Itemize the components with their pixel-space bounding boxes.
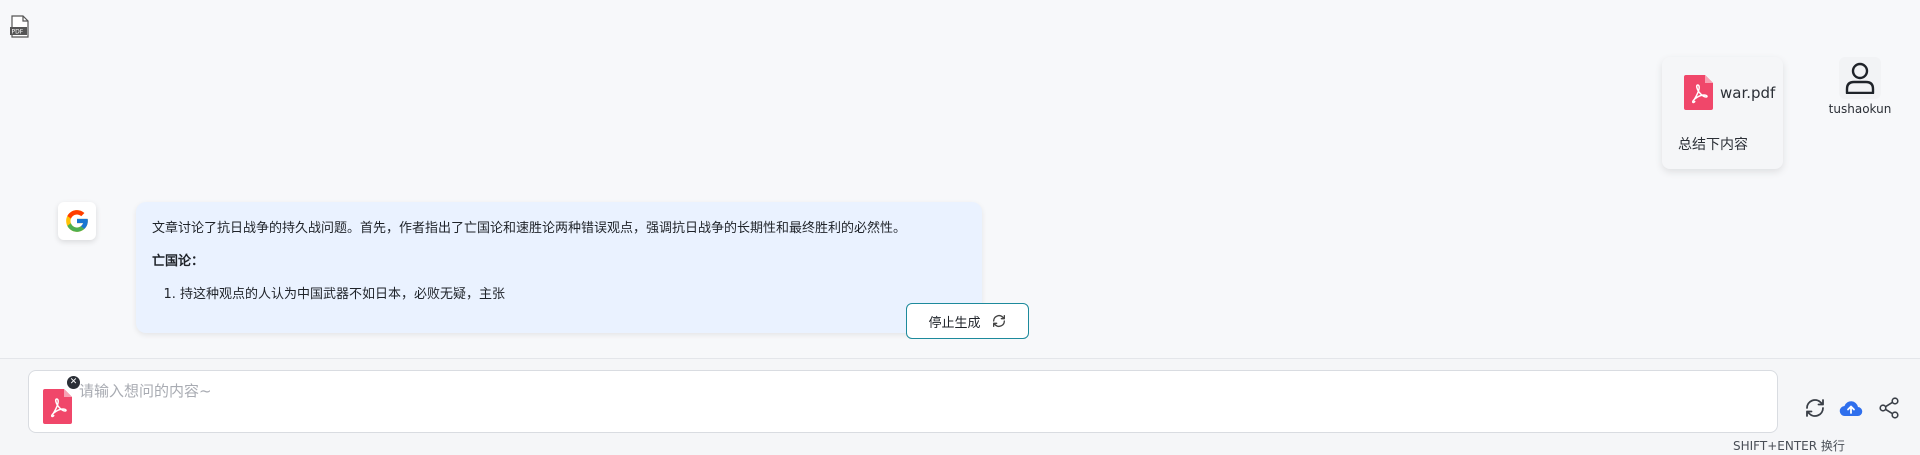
assistant-message-bubble: 文章讨论了抗日战争的持久战问题。首先，作者指出了亡国论和速胜论两种错误观点，强调… — [136, 202, 982, 333]
assistant-heading: 亡国论： — [152, 254, 205, 270]
refresh-icon — [992, 315, 1005, 327]
assistant-avatar — [58, 202, 96, 240]
stop-generating-button[interactable]: 停止生成 — [906, 303, 1029, 339]
svg-text:PDF: PDF — [12, 29, 24, 36]
google-logo-icon — [66, 210, 88, 232]
chat-input-box[interactable]: ✕ — [28, 370, 1778, 433]
pdf-file-icon — [43, 389, 72, 424]
divider — [0, 358, 1920, 359]
chat-page: PDF war.pdf 总结下内容 tushaokun 文章讨论了抗日战争的持久… — [0, 0, 1920, 455]
assistant-list: 持这种观点的人认为中国武器不如日本，必败无疑，主张 — [180, 286, 966, 304]
upload-button[interactable] — [1837, 394, 1865, 422]
file-name: war.pdf — [1720, 83, 1776, 102]
refresh-icon — [1806, 399, 1824, 417]
share-icon — [1879, 397, 1899, 419]
share-button[interactable] — [1875, 394, 1903, 422]
avatar[interactable] — [1839, 57, 1881, 99]
user-avatar-block: tushaokun — [1810, 57, 1910, 116]
user-message-card: war.pdf 总结下内容 — [1662, 57, 1783, 169]
cloud-upload-icon — [1839, 401, 1863, 417]
user-message-text: 总结下内容 — [1678, 137, 1748, 153]
user-person-icon — [1845, 62, 1875, 94]
regenerate-button[interactable] — [1801, 394, 1829, 422]
list-item: 持这种观点的人认为中国武器不如日本，必败无疑，主张 — [180, 286, 966, 304]
user-attached-file[interactable]: war.pdf — [1684, 75, 1775, 110]
pdf-file-icon[interactable]: PDF — [9, 15, 31, 39]
keyboard-hint: SHIFT+ENTER 换行 — [1733, 439, 1845, 453]
assistant-paragraph: 文章讨论了抗日战争的持久战问题。首先，作者指出了亡国论和速胜论两种错误观点，强调… — [152, 221, 907, 236]
chat-input[interactable] — [79, 379, 1759, 403]
chat-messages-area: PDF war.pdf 总结下内容 tushaokun 文章讨论了抗日战争的持久… — [0, 0, 1920, 358]
username: tushaokun — [1828, 102, 1892, 116]
pdf-file-icon — [1684, 75, 1713, 110]
stop-button-label: 停止生成 — [928, 315, 981, 331]
